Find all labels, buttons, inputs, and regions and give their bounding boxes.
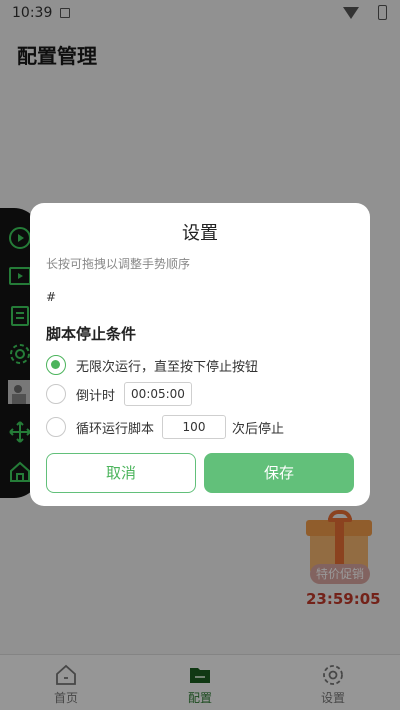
radio-loop[interactable] <box>46 417 66 437</box>
option-countdown[interactable]: 倒计时 <box>46 382 346 408</box>
countdown-input[interactable] <box>124 382 192 406</box>
radio-infinite[interactable] <box>46 355 66 375</box>
section-title: 脚本停止条件 <box>46 325 137 343</box>
option-loop[interactable]: 循环运行脚本 次后停止 <box>46 415 346 441</box>
dialog-title: 设置 <box>182 223 218 244</box>
option-loop-label: 循环运行脚本 <box>76 422 155 437</box>
option-countdown-label: 倒计时 <box>76 389 116 404</box>
option-infinite-label: 无限次运行，直至按下停止按钮 <box>76 360 259 375</box>
cancel-button[interactable]: 取消 <box>46 453 196 493</box>
radio-countdown[interactable] <box>46 384 66 404</box>
save-button[interactable]: 保存 <box>204 453 354 493</box>
loop-suffix: 次后停止 <box>232 422 285 437</box>
dialog-hint: 长按可拖拽以调整手势顺序 <box>46 257 191 271</box>
dialog-hash: # <box>46 290 57 304</box>
option-infinite[interactable]: 无限次运行，直至按下停止按钮 <box>46 353 346 379</box>
settings-dialog: 设置 长按可拖拽以调整手势顺序 # 脚本停止条件 无限次运行，直至按下停止按钮 … <box>30 203 370 506</box>
loop-count-input[interactable] <box>162 415 226 439</box>
